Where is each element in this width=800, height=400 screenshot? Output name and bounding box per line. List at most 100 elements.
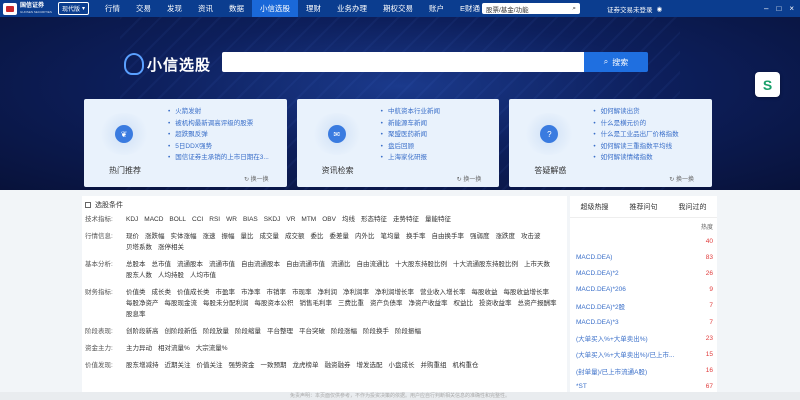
condition-item[interactable]: 攻击波 xyxy=(521,231,541,242)
condition-item[interactable]: 总股本 xyxy=(126,259,146,270)
condition-item[interactable]: KDJ xyxy=(126,214,138,225)
condition-item[interactable]: 平台整理 xyxy=(267,326,293,337)
condition-item[interactable]: 价值成长类 xyxy=(177,287,210,298)
nav-item[interactable]: 期权交易 xyxy=(375,0,421,17)
card-link[interactable]: 被机构最新调高评级的股票 xyxy=(168,118,269,130)
condition-item[interactable]: 融资融券 xyxy=(325,360,351,371)
ranking-row[interactable]: MACD.DEA)*3 7 xyxy=(570,314,717,330)
condition-item[interactable]: 阶段缩量 xyxy=(235,326,261,337)
card-link[interactable]: 什么是工业品出厂价格指数 xyxy=(593,129,679,141)
card-link[interactable]: 如何解读三重指数平均线 xyxy=(593,141,678,153)
condition-item[interactable]: 销售毛利率 xyxy=(300,298,333,309)
side-float-button[interactable]: S xyxy=(755,72,780,97)
condition-item[interactable]: 净利润 xyxy=(318,287,338,298)
condition-item[interactable]: 市销率 xyxy=(267,287,287,298)
minimize-icon[interactable]: – xyxy=(764,4,768,13)
nav-item[interactable]: 发现 xyxy=(159,0,190,17)
refresh-button[interactable]: ↻ 换一换 xyxy=(669,174,694,183)
condition-item[interactable]: 委差量 xyxy=(330,231,350,242)
condition-item[interactable]: 量能特征 xyxy=(425,214,451,225)
condition-item[interactable]: 小盘成长 xyxy=(389,360,415,371)
condition-item[interactable]: BOLL xyxy=(169,214,186,225)
nav-item[interactable]: 交易 xyxy=(128,0,159,17)
card-link[interactable]: 聚盟医药新闻 xyxy=(381,129,440,141)
condition-item[interactable]: 每股收益增长率 xyxy=(504,287,550,298)
condition-item[interactable]: 大宗流量% xyxy=(196,343,228,354)
condition-item[interactable]: 一致预期 xyxy=(261,360,287,371)
condition-item[interactable]: 总市值 xyxy=(152,259,172,270)
condition-item[interactable]: 换手率 xyxy=(406,231,426,242)
ranking-tab[interactable]: 超级热搜 xyxy=(581,202,609,212)
condition-item[interactable]: 股东人数 xyxy=(126,270,152,281)
ranking-row[interactable]: (封单量)/已上市流通A股) 16 xyxy=(570,363,717,379)
nav-item[interactable]: 账户 xyxy=(421,0,452,17)
card-link[interactable]: 超跌飘反弹 xyxy=(168,129,269,141)
ranking-row[interactable]: MACD.DEA)*2 26 xyxy=(570,265,717,281)
card-link[interactable]: 火箭发射 xyxy=(168,106,269,118)
condition-item[interactable]: 强势资金 xyxy=(229,360,255,371)
condition-item[interactable]: 人均持股 xyxy=(158,270,184,281)
condition-item[interactable]: 成长类 xyxy=(152,287,172,298)
nav-search-input[interactable]: 股票/基金/功能 ⌕ xyxy=(482,3,580,14)
condition-item[interactable]: 市盈率 xyxy=(216,287,236,298)
condition-item[interactable]: 均线 xyxy=(342,214,355,225)
condition-item[interactable]: 总资产报酬率 xyxy=(518,298,557,309)
condition-item[interactable]: 每股净资产 xyxy=(126,298,159,309)
condition-item[interactable]: CCI xyxy=(192,214,203,225)
nav-item[interactable]: 数据 xyxy=(221,0,252,17)
condition-item[interactable]: 净利润率 xyxy=(343,287,369,298)
condition-item[interactable]: 价值关注 xyxy=(197,360,223,371)
nav-item[interactable]: 资讯 xyxy=(190,0,221,17)
condition-item[interactable]: 市现率 xyxy=(292,287,312,298)
card-label[interactable]: 热门推荐 xyxy=(96,165,154,176)
condition-item[interactable]: WR xyxy=(226,214,237,225)
nav-item[interactable]: 行情 xyxy=(97,0,128,17)
ranking-row[interactable]: (大单买入%+大单卖出%)/已上市... 15 xyxy=(570,346,717,362)
condition-item[interactable]: 成交额 xyxy=(285,231,305,242)
condition-item[interactable]: 主力异动 xyxy=(126,343,152,354)
card-link[interactable]: 如何解读情绪指数 xyxy=(593,152,678,164)
login-status[interactable]: 证券交易未登录 ◉ xyxy=(607,0,662,17)
refresh-button[interactable]: ↻ 换一换 xyxy=(244,174,269,183)
condition-item[interactable]: 净利润增长率 xyxy=(375,287,414,298)
condition-item[interactable]: 委比 xyxy=(311,231,324,242)
condition-item[interactable]: 实体涨幅 xyxy=(171,231,197,242)
condition-item[interactable]: VR xyxy=(286,214,295,225)
condition-item[interactable]: 量比 xyxy=(241,231,254,242)
maximize-icon[interactable]: □ xyxy=(776,4,781,13)
condition-item[interactable]: 股东增减持 xyxy=(126,360,159,371)
condition-item[interactable]: MACD xyxy=(144,214,163,225)
condition-item[interactable]: 强弱度 xyxy=(470,231,490,242)
condition-item[interactable]: 流通比 xyxy=(331,259,351,270)
refresh-button[interactable]: ↻ 换一换 xyxy=(457,174,482,183)
condition-item[interactable]: 十大股东持股比例 xyxy=(395,259,447,270)
condition-item[interactable]: 自由换手率 xyxy=(432,231,465,242)
condition-item[interactable]: 笔均量 xyxy=(381,231,401,242)
condition-item[interactable]: 振幅 xyxy=(222,231,235,242)
condition-item[interactable]: 阶段换手 xyxy=(363,326,389,337)
condition-item[interactable]: 每股收益 xyxy=(472,287,498,298)
condition-item[interactable]: 十大流通股东持股比例 xyxy=(453,259,518,270)
card-link[interactable]: 上海家化研报 xyxy=(381,152,440,164)
condition-item[interactable]: 股息率 xyxy=(126,309,146,320)
condition-item[interactable]: 形态特征 xyxy=(361,214,387,225)
search-button[interactable]: ⌕ 搜索 xyxy=(584,52,648,72)
card-link[interactable]: 什么是横元价的 xyxy=(593,118,678,130)
condition-item[interactable]: 涨停相关 xyxy=(158,242,184,253)
condition-item[interactable]: 市净率 xyxy=(241,287,261,298)
stock-search-input[interactable] xyxy=(222,52,584,72)
condition-item[interactable]: 创阶段新低 xyxy=(165,326,198,337)
close-icon[interactable]: × xyxy=(789,4,794,13)
condition-item[interactable]: 近期关注 xyxy=(165,360,191,371)
condition-item[interactable]: 创阶段新高 xyxy=(126,326,159,337)
condition-item[interactable]: 成交量 xyxy=(260,231,280,242)
condition-item[interactable]: 营业收入增长率 xyxy=(420,287,466,298)
ranking-row[interactable]: MACD.DEA)*206 9 xyxy=(570,282,717,298)
condition-item[interactable]: 增发选配 xyxy=(357,360,383,371)
condition-item[interactable]: 阶段放量 xyxy=(203,326,229,337)
card-link[interactable]: 中航资本行业新闻 xyxy=(381,106,440,118)
condition-item[interactable]: 平台突破 xyxy=(299,326,325,337)
condition-item[interactable]: 阶段涨幅 xyxy=(331,326,357,337)
condition-item[interactable]: SKDJ xyxy=(264,214,281,225)
ranking-tab[interactable]: 我问过的 xyxy=(679,202,707,212)
